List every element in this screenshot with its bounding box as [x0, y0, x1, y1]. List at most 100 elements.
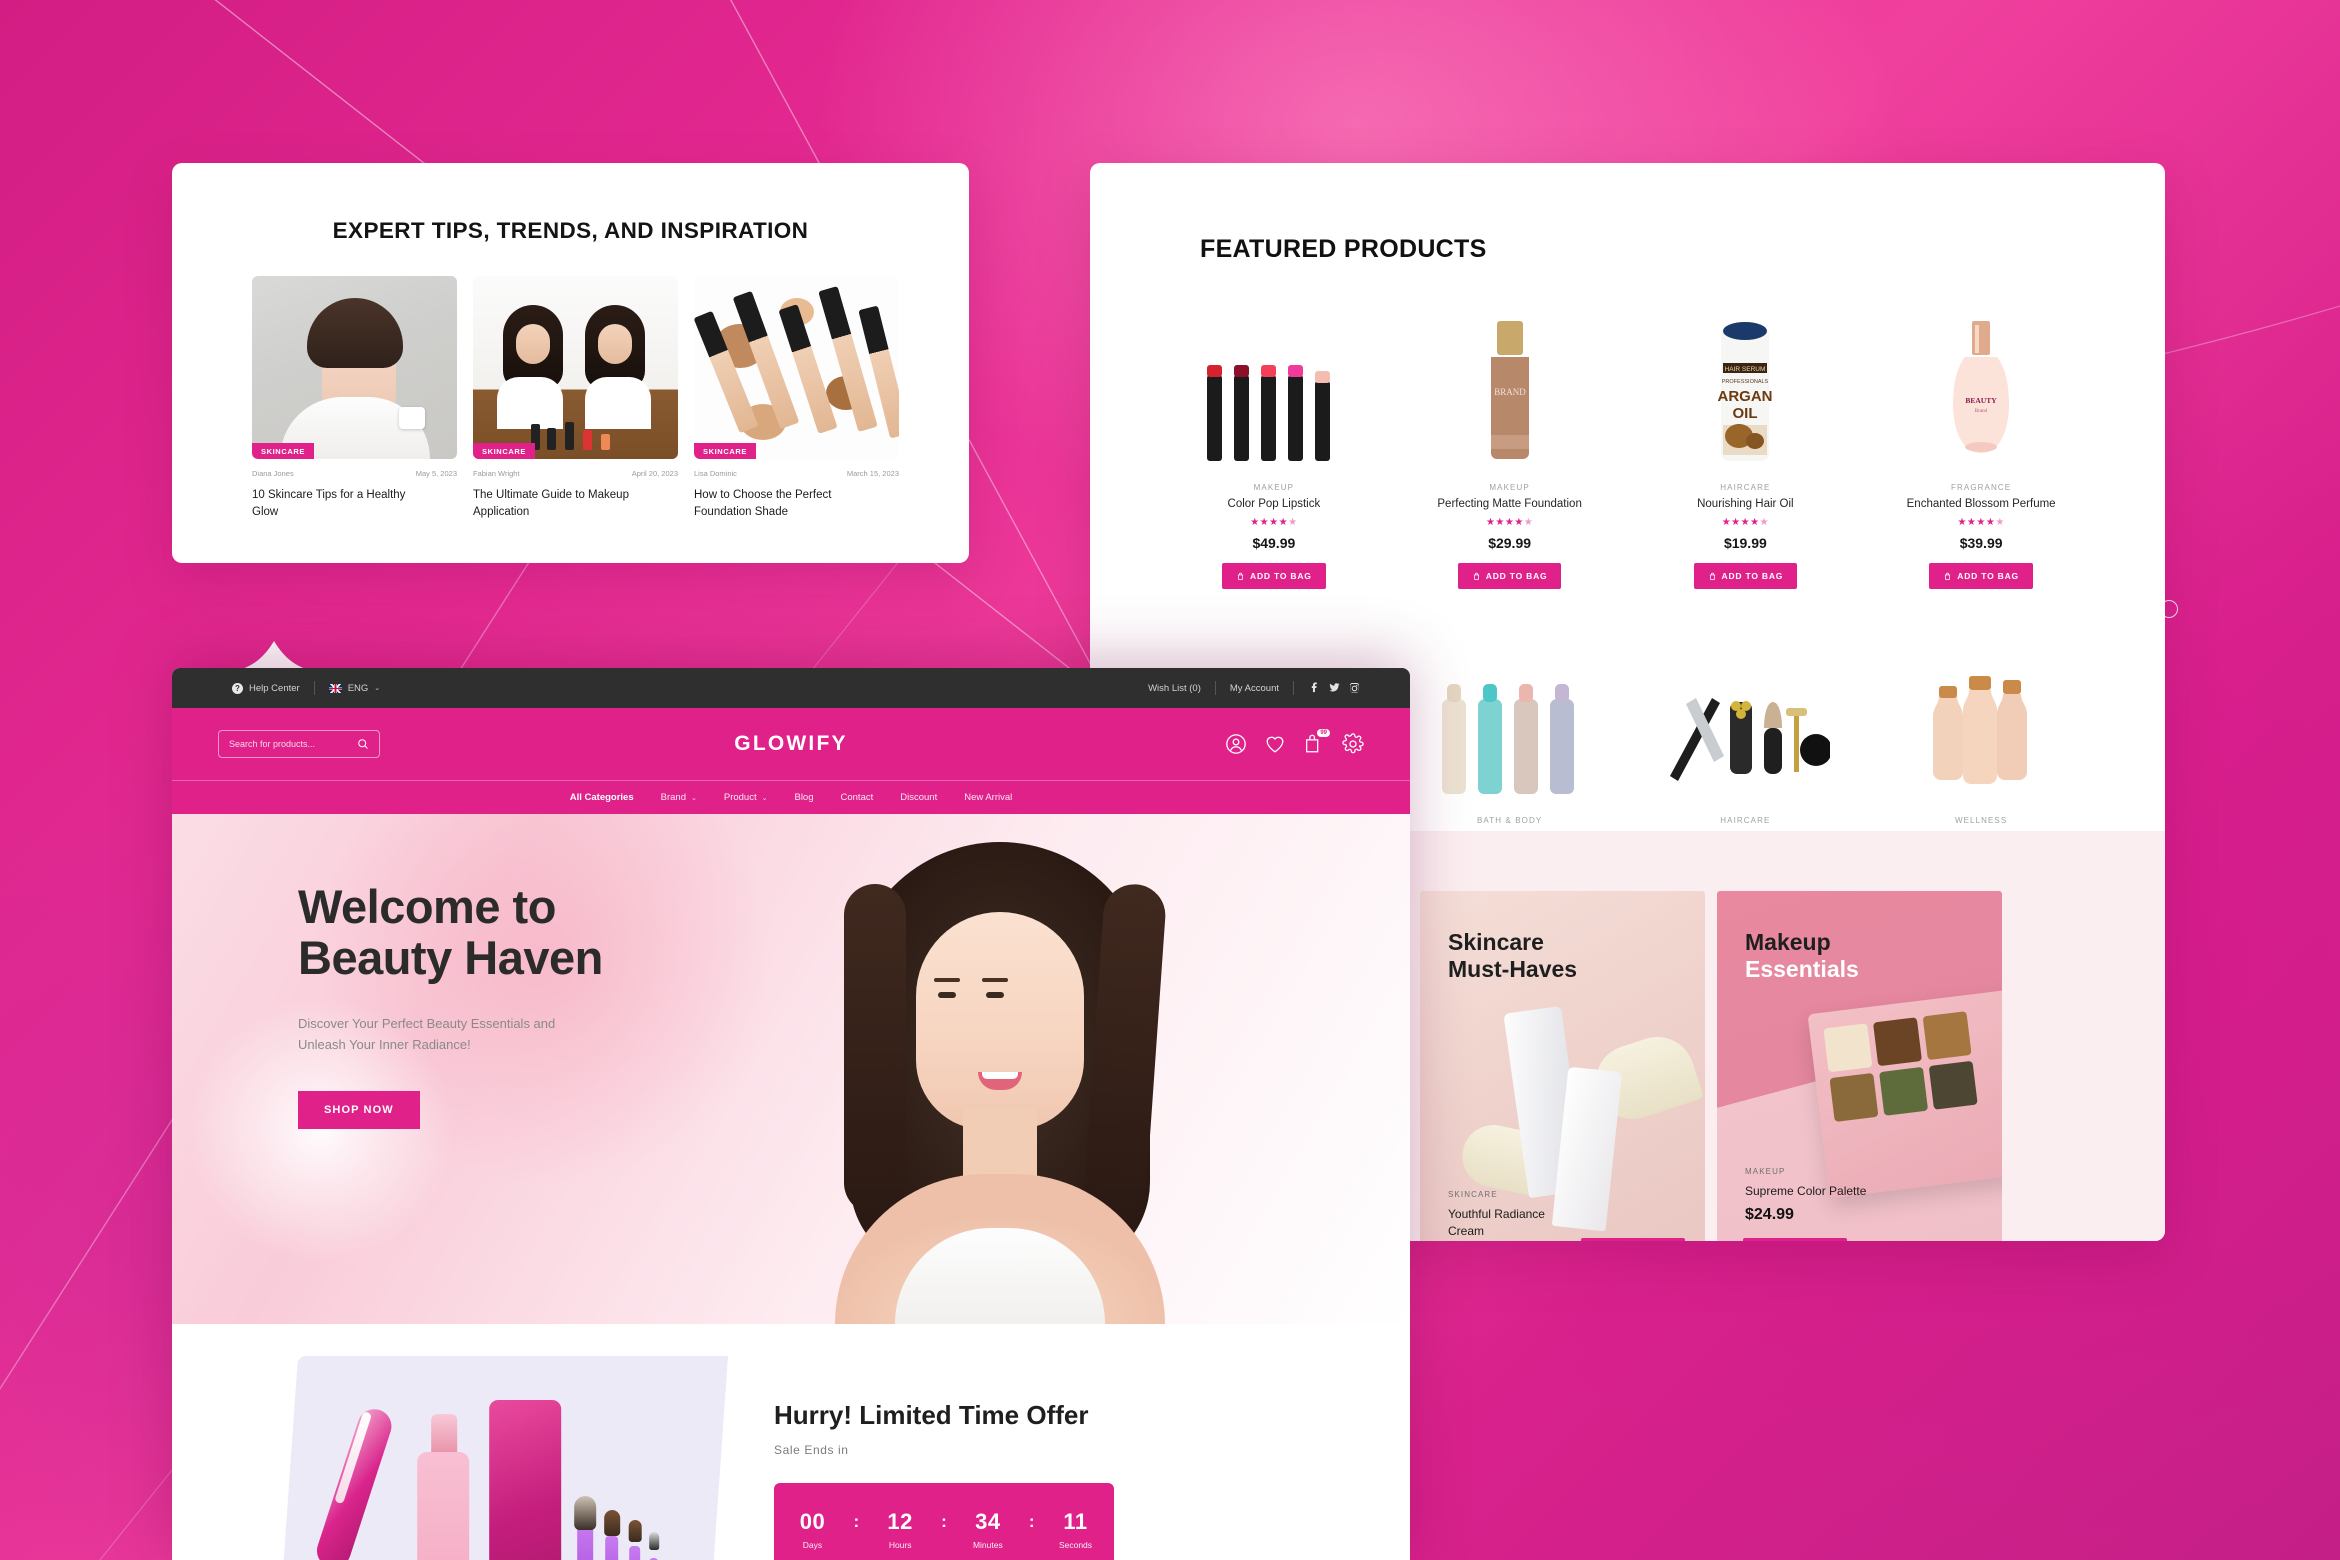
gear-icon[interactable]: [1342, 733, 1364, 755]
nav-item-discount[interactable]: Discount: [900, 792, 937, 803]
twitter-icon[interactable]: [1324, 682, 1344, 693]
header-icon-group: 99: [1225, 729, 1364, 755]
product-card[interactable]: MAKEUP Color Pop Lipstick ★★★★★ $49.99 A…: [1160, 282, 1388, 589]
promo-product-name[interactable]: Youthful Radiance Cream: [1448, 1206, 1568, 1240]
hero-model-image: [800, 824, 1200, 1324]
blog-author: Fabian Wright: [473, 469, 520, 478]
add-to-bag-button[interactable]: ADD TO BAG: [1222, 563, 1326, 589]
blog-headline[interactable]: How to Choose the Perfect Foundation Sha…: [694, 487, 874, 520]
add-to-bag-button[interactable]: ADD TO BAG: [1693, 563, 1798, 589]
svg-text:PROFESSIONALS: PROFESSIONALS: [1722, 379, 1769, 385]
countdown-seconds: 11 Seconds: [1045, 1509, 1107, 1550]
product-image-lipstick: [1160, 302, 1388, 467]
product-category: MAKEUP: [1489, 483, 1530, 492]
add-to-bag-label: ADD TO BAG: [1485, 571, 1548, 581]
blog-date: April 20, 2023: [631, 469, 678, 478]
product-name[interactable]: Nourishing Hair Oil: [1632, 498, 1860, 510]
add-to-bag-button[interactable]: ADD TO BAG: [1581, 1238, 1685, 1241]
brand-logo[interactable]: GLOWIFY: [734, 732, 847, 756]
bag-icon: [1237, 572, 1244, 580]
product-name[interactable]: Perfecting Matte Foundation: [1396, 498, 1624, 510]
product-card[interactable]: BEAUTY Brand FRAGRANCE Enchanted Blossom…: [1867, 282, 2095, 589]
language-selector[interactable]: ENG ⌄: [315, 683, 394, 694]
shop-now-button[interactable]: SHOP NOW: [298, 1091, 420, 1130]
nav-label: Discount: [900, 792, 938, 803]
promo-info: SKINCARE Youthful Radiance Cream $39.99: [1448, 1190, 1568, 1241]
nav-label: Product: [723, 792, 757, 803]
blog-card[interactable]: SKINCARE Diana Jones May 5, 2023 10 Skin…: [252, 276, 457, 520]
hero-subtitle-line2: Unleash Your Inner Radiance!: [298, 1036, 471, 1052]
promo-info: MAKEUP Supreme Color Palette $24.99: [1745, 1167, 1866, 1224]
add-to-bag-button[interactable]: ADD TO BAG: [1929, 563, 2033, 589]
offer-copy: Hurry! Limited Time Offer Sale Ends in 0…: [728, 1356, 1303, 1560]
product-name[interactable]: Enchanted Blossom Perfume: [1867, 498, 2095, 510]
product-price: $39.99: [1959, 535, 2003, 551]
blog-card[interactable]: SKINCARE Lisa Dominic March 15, 2023 How…: [694, 276, 899, 520]
promo-heading: Makeup Essentials: [1745, 929, 1859, 983]
promo-card-skincare[interactable]: Skincare Must-Haves SKINCARE Youthful Ra…: [1420, 891, 1705, 1241]
product-name[interactable]: Color Pop Lipstick: [1160, 498, 1388, 510]
blog-date: March 15, 2023: [846, 469, 899, 478]
wish-list-link[interactable]: Wish List (0): [1134, 683, 1215, 694]
product-category: HAIRCARE: [1720, 483, 1771, 492]
hero-title-line1: Welcome to: [298, 880, 556, 933]
blog-author: Diana Jones: [252, 469, 294, 478]
utility-topbar: ? Help Center ENG ⌄ Wish List (0) My Acc…: [172, 668, 1410, 708]
svg-text:OIL: OIL: [1733, 405, 1758, 422]
user-icon[interactable]: [1225, 733, 1247, 755]
nav-item-blog[interactable]: Blog: [794, 792, 813, 803]
nav-item-contact[interactable]: Contact: [841, 792, 874, 803]
add-to-bag-button[interactable]: ADD TO BAG: [1743, 1238, 1847, 1241]
blog-category-badge: SKINCARE: [252, 443, 314, 459]
add-to-bag-button[interactable]: ADD TO BAG: [1457, 563, 1562, 589]
heart-icon[interactable]: [1264, 733, 1286, 755]
search-icon[interactable]: [357, 738, 369, 750]
blog-thumbnail: SKINCARE: [252, 276, 457, 459]
promo-card-makeup[interactable]: Makeup Essentials MAKEUP Supreme Color P…: [1717, 891, 2002, 1241]
help-center-label: Help Center: [249, 682, 300, 694]
product-image-shaving-kit: [1632, 635, 1860, 800]
nav-item-all-categories[interactable]: All Categories: [570, 792, 634, 803]
countdown-days-label: Days: [802, 1539, 823, 1550]
chevron-down-icon: ⌄: [690, 794, 697, 802]
promo-category: SKINCARE: [1448, 1190, 1498, 1200]
shopping-bag-icon[interactable]: 99: [1303, 729, 1330, 755]
nav-label: Contact: [840, 792, 874, 803]
promo-heading-line1: Makeup: [1745, 929, 1831, 955]
countdown-minutes-value: 34: [975, 1508, 1001, 1534]
facebook-icon[interactable]: [1304, 682, 1324, 693]
nav-item-product[interactable]: Product ⌄: [724, 792, 768, 803]
nav-item-new-arrival[interactable]: New Arrival: [964, 792, 1012, 803]
product-category: FRAGRANCE: [1951, 483, 2012, 492]
svg-text:BRAND: BRAND: [1494, 387, 1526, 397]
blog-card[interactable]: SKINCARE Fabian Wright April 20, 2023 Th…: [473, 276, 678, 520]
my-account-label: My Account: [1229, 682, 1279, 694]
search-input[interactable]: [229, 739, 357, 749]
product-card[interactable]: BRAND MAKEUP Perfecting Matte Foundation…: [1396, 282, 1624, 589]
search-box[interactable]: [218, 730, 380, 758]
bag-icon: [1945, 572, 1951, 580]
instagram-icon[interactable]: [1344, 682, 1364, 693]
product-category: WELLNESS: [1954, 816, 2008, 825]
blog-headline[interactable]: The Ultimate Guide to Makeup Application: [473, 487, 653, 520]
promo-product-name[interactable]: Supreme Color Palette: [1745, 1183, 1866, 1200]
help-center-link[interactable]: ? Help Center: [218, 682, 314, 694]
promo-heading-line2: Essentials: [1745, 956, 1859, 983]
blog-headline[interactable]: 10 Skincare Tips for a Healthy Glow: [252, 487, 432, 520]
offer-title: Hurry! Limited Time Offer: [774, 1400, 1089, 1430]
product-card[interactable]: HAIR SERUM PROFESSIONALS ARGAN OIL HAIRC…: [1632, 282, 1860, 589]
hero-copy: Welcome to Beauty Haven Discover Your Pe…: [298, 880, 818, 1130]
featured-product-grid-row1: MAKEUP Color Pop Lipstick ★★★★★ $49.99 A…: [1090, 282, 2165, 589]
nav-item-brand[interactable]: Brand ⌄: [661, 792, 697, 803]
blog-thumbnail: SKINCARE: [694, 276, 899, 459]
countdown-days: 00 Days: [781, 1509, 843, 1550]
svg-text:Brand: Brand: [1975, 409, 1988, 414]
product-image-foundation: BRAND: [1396, 302, 1624, 467]
countdown-separator: :: [853, 1511, 860, 1531]
blog-category-badge: SKINCARE: [473, 443, 535, 459]
product-price: $19.99: [1723, 535, 1767, 551]
offer-product-image: [280, 1356, 728, 1560]
nav-label: New Arrival: [964, 792, 1013, 803]
add-to-bag-label: ADD TO BAG: [1957, 571, 2019, 581]
my-account-link[interactable]: My Account: [1216, 683, 1293, 694]
